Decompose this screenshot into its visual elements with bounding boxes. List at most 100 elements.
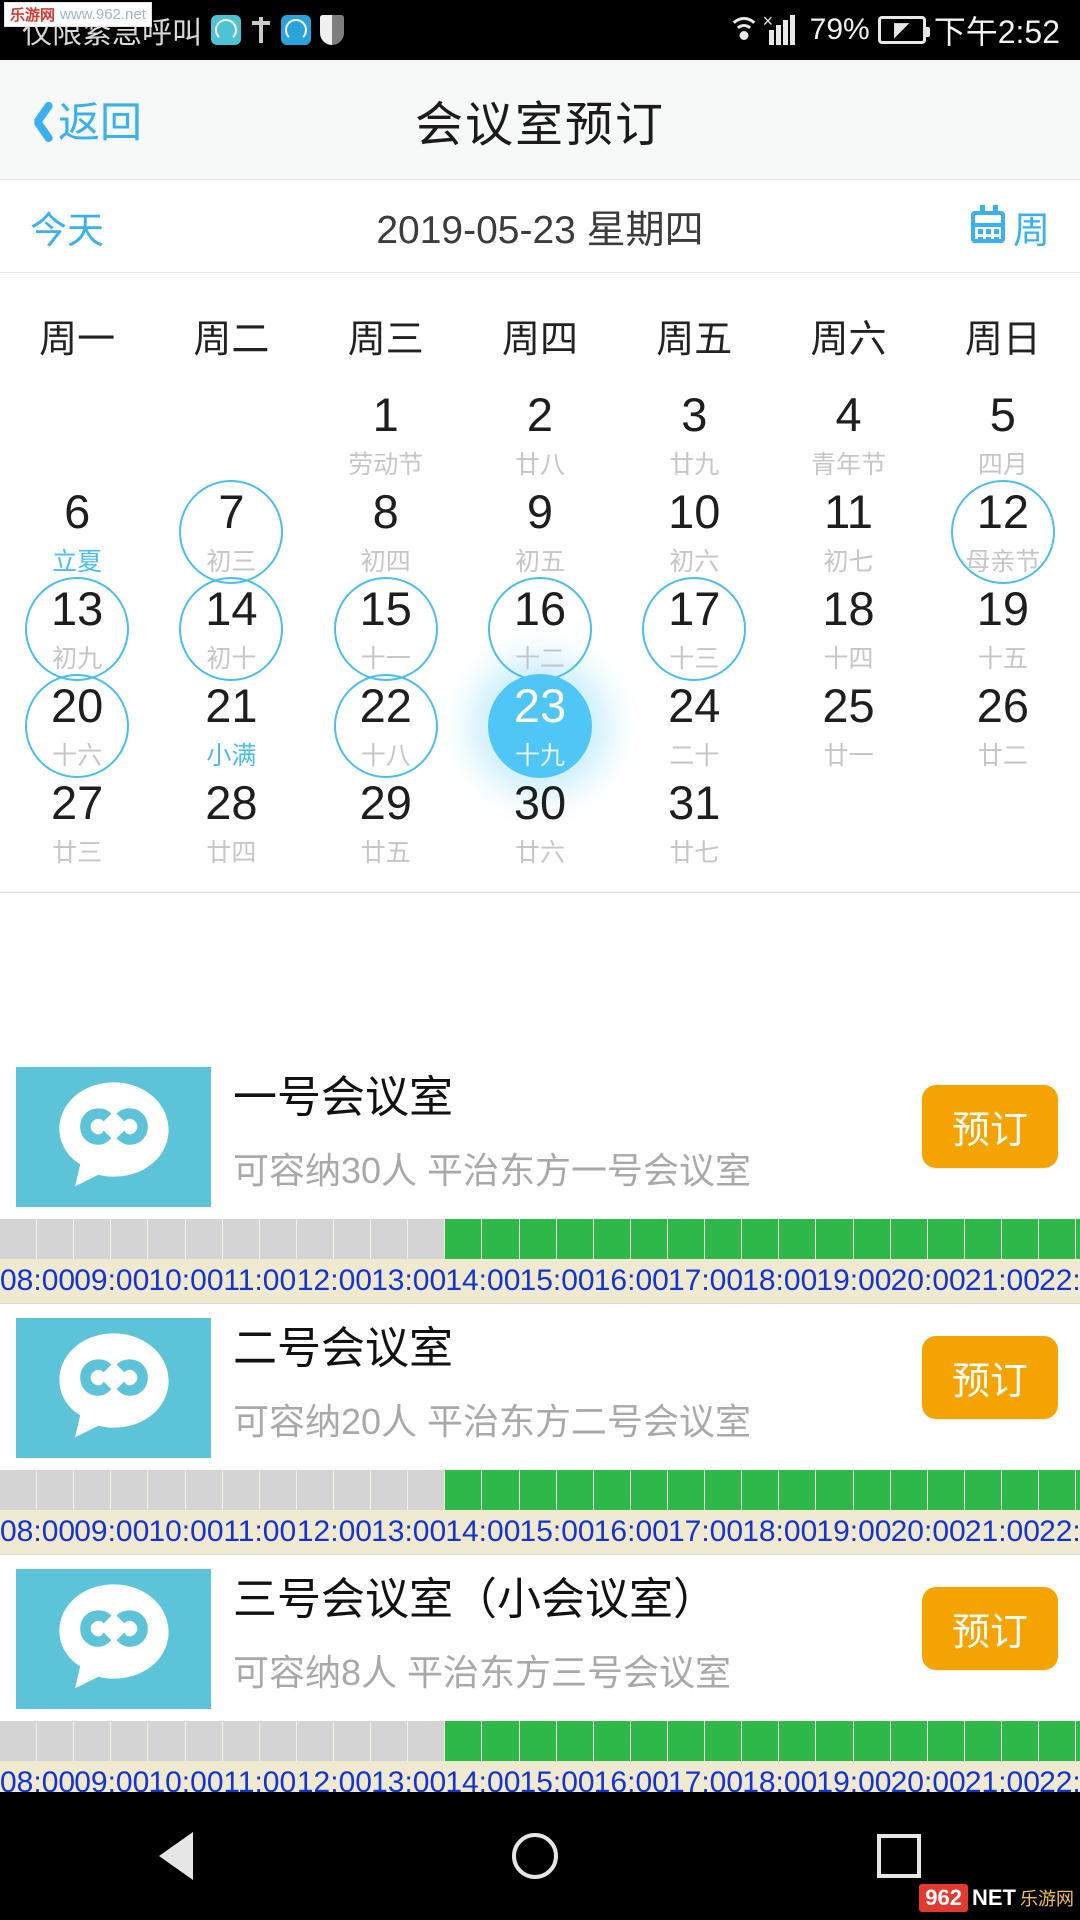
calendar-day-4[interactable]: 4 青年节 — [771, 387, 925, 484]
nav-home-circle-icon[interactable] — [511, 1833, 558, 1879]
timeline-slot-busy[interactable] — [667, 1219, 706, 1259]
book-room-button[interactable]: 预订 — [921, 1587, 1058, 1670]
timeline-slot-busy[interactable] — [519, 1721, 557, 1761]
calendar-day-26[interactable]: 26 廿二 — [926, 678, 1080, 775]
timeline-slot-busy[interactable] — [556, 1470, 594, 1510]
timeline-slot-free[interactable] — [37, 1721, 75, 1761]
timeline-slot-busy[interactable] — [853, 1721, 891, 1761]
calendar-day-17[interactable]: 17 十三 — [617, 577, 771, 681]
timeline-slot-busy[interactable] — [1001, 1470, 1040, 1510]
meeting-room-card[interactable]: 一号会议室 可容纳30人 平治东方一号会议室 预订 08:00 09:00 10:00 11… — [0, 1053, 1080, 1304]
timeline-slot-busy[interactable] — [630, 1470, 668, 1510]
calendar-day-2[interactable]: 2 廿八 — [463, 387, 617, 484]
timeline-slot-busy[interactable] — [1039, 1219, 1077, 1259]
timeline-slot-free[interactable] — [259, 1219, 297, 1259]
timeline-slot-free[interactable] — [74, 1721, 112, 1761]
timeline-slot-free[interactable] — [408, 1721, 446, 1761]
timeline-slot-busy[interactable] — [964, 1470, 1002, 1510]
timeline-slot-free[interactable] — [222, 1219, 260, 1259]
timeline-slot-free[interactable] — [185, 1219, 223, 1259]
timeline-slot-free[interactable] — [222, 1470, 260, 1510]
timeline-slot-free[interactable] — [0, 1219, 38, 1259]
timeline-slot-busy[interactable] — [779, 1219, 817, 1259]
calendar-day-25[interactable]: 25 廿一 — [771, 678, 925, 775]
timeline-slot-busy[interactable] — [1039, 1470, 1077, 1510]
timeline-slot-free[interactable] — [185, 1470, 223, 1510]
timeline-slot-free[interactable] — [37, 1470, 75, 1510]
timeline-slot-busy[interactable] — [816, 1721, 854, 1761]
timeline-slot-busy[interactable] — [556, 1721, 594, 1761]
calendar-day-23[interactable]: 23 十九 — [463, 674, 617, 778]
calendar-day-21[interactable]: 21 小满 — [154, 678, 308, 775]
timeline-slot-free[interactable] — [371, 1721, 409, 1761]
calendar-day-15[interactable]: 15 十一 — [309, 577, 463, 681]
calendar-day-11[interactable]: 11 初七 — [771, 484, 925, 581]
timeline-slot-busy[interactable] — [890, 1470, 928, 1510]
week-view-toggle[interactable]: 周 — [971, 200, 1050, 254]
timeline-slot-busy[interactable] — [927, 1470, 965, 1510]
timeline-slot-free[interactable] — [0, 1721, 38, 1761]
timeline-slot-busy[interactable] — [890, 1219, 928, 1259]
timeline-slot-busy[interactable] — [816, 1470, 854, 1510]
calendar-day-18[interactable]: 18 十四 — [771, 581, 925, 678]
timeline-slot-free[interactable] — [296, 1470, 334, 1510]
timeline-slot-busy[interactable] — [927, 1219, 965, 1259]
timeline-slot-busy[interactable] — [742, 1470, 780, 1510]
timeline-slot-busy[interactable] — [742, 1219, 780, 1259]
calendar-day-12[interactable]: 12 母亲节 — [926, 480, 1080, 584]
calendar-day-30[interactable]: 30 廿六 — [463, 775, 617, 872]
meeting-room-card[interactable]: 三号会议室（小会议室） 可容纳8人 平治东方三号会议室 预订 08:00 09:00 10… — [0, 1555, 1080, 1806]
timeline-slot-busy[interactable] — [927, 1721, 965, 1761]
timeline-slot-busy[interactable] — [519, 1219, 557, 1259]
calendar-day-29[interactable]: 29 廿五 — [309, 775, 463, 872]
timeline-slot-busy[interactable] — [779, 1470, 817, 1510]
timeline-slot-busy[interactable] — [816, 1219, 854, 1259]
calendar-day-14[interactable]: 14 初十 — [154, 577, 308, 681]
timeline-slot-busy[interactable] — [964, 1721, 1002, 1761]
timeline-slots[interactable] — [0, 1470, 1080, 1510]
timeline-slot-busy[interactable] — [482, 1721, 520, 1761]
timeline-slot-busy[interactable] — [519, 1470, 557, 1510]
timeline-slot-busy[interactable] — [1039, 1721, 1077, 1761]
timeline-slot-free[interactable] — [148, 1721, 186, 1761]
calendar-day-19[interactable]: 19 十五 — [926, 581, 1080, 678]
timeline-slot-busy[interactable] — [742, 1721, 780, 1761]
timeline-slot-busy[interactable] — [667, 1721, 706, 1761]
calendar-day-31[interactable]: 31 廿七 — [617, 775, 771, 872]
timeline-slot-free[interactable] — [333, 1470, 372, 1510]
calendar-day-20[interactable]: 20 十六 — [0, 674, 154, 778]
timeline-slot-busy[interactable] — [705, 1721, 743, 1761]
timeline-slot-free[interactable] — [111, 1721, 149, 1761]
timeline-slot-busy[interactable] — [964, 1219, 1002, 1259]
book-room-button[interactable]: 预订 — [921, 1336, 1058, 1419]
timeline-slot-busy[interactable] — [1076, 1219, 1080, 1259]
timeline-slot-free[interactable] — [296, 1721, 334, 1761]
timeline-slot-free[interactable] — [296, 1219, 334, 1259]
timeline-slot-busy[interactable] — [779, 1721, 817, 1761]
nav-back-triangle-icon[interactable] — [159, 1832, 194, 1880]
calendar-day-9[interactable]: 9 初五 — [463, 484, 617, 581]
timeline-slot-busy[interactable] — [630, 1219, 668, 1259]
timeline-slot-busy[interactable] — [1076, 1721, 1080, 1761]
timeline-slot-free[interactable] — [0, 1470, 38, 1510]
timeline-slot-free[interactable] — [259, 1470, 297, 1510]
calendar-day-6[interactable]: 6 立夏 — [0, 484, 154, 581]
timeline-slot-busy[interactable] — [853, 1219, 891, 1259]
timeline-slot-busy[interactable] — [853, 1470, 891, 1510]
timeline-slot-free[interactable] — [333, 1219, 372, 1259]
timeline-slot-busy[interactable] — [593, 1721, 631, 1761]
calendar-day-22[interactable]: 22 十八 — [309, 674, 463, 778]
calendar-day-5[interactable]: 5 四月 — [926, 387, 1080, 484]
timeline-slot-busy[interactable] — [445, 1470, 483, 1510]
timeline-slot-free[interactable] — [408, 1470, 446, 1510]
timeline-slot-busy[interactable] — [890, 1721, 928, 1761]
timeline-slot-free[interactable] — [74, 1470, 112, 1510]
timeline-slot-busy[interactable] — [445, 1721, 483, 1761]
timeline-slot-free[interactable] — [259, 1721, 297, 1761]
calendar-day-10[interactable]: 10 初六 — [617, 484, 771, 581]
timeline-slot-free[interactable] — [111, 1470, 149, 1510]
timeline-slot-busy[interactable] — [705, 1219, 743, 1259]
meeting-room-card[interactable]: 二号会议室 可容纳20人 平治东方二号会议室 预订 08:00 09:00 10:00 11… — [0, 1304, 1080, 1555]
book-room-button[interactable]: 预订 — [921, 1085, 1058, 1168]
timeline-slot-busy[interactable] — [1001, 1721, 1040, 1761]
